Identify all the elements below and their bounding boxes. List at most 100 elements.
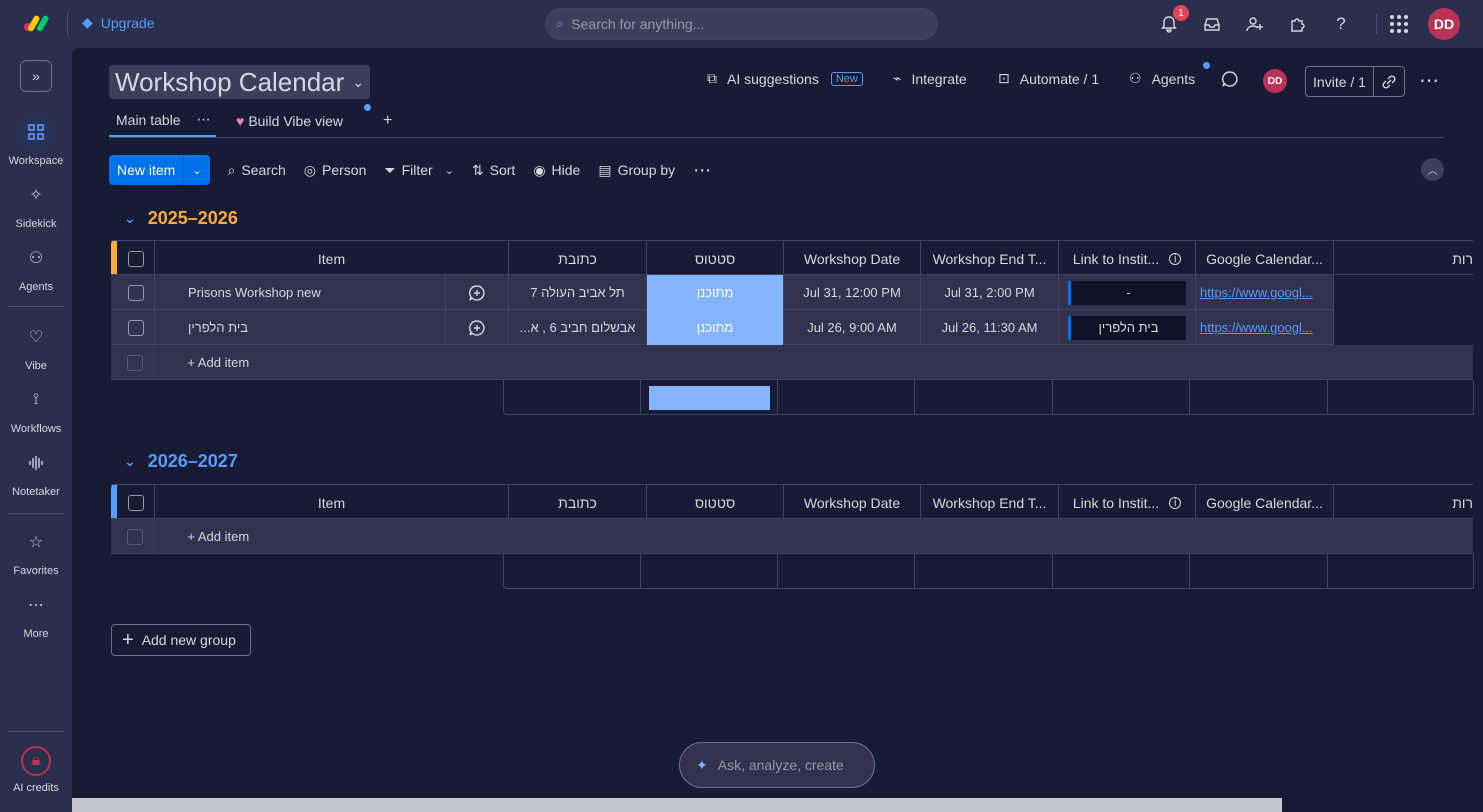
board-menu-icon[interactable]: ⋯ — [1419, 68, 1439, 93]
workshop-end-cell[interactable]: Jul 26, 11:30 AM — [921, 310, 1059, 345]
sidebar-item-favorites[interactable]: ☆ Favorites — [0, 527, 72, 577]
sidebar-item-notetaker[interactable]: Notetaker — [0, 448, 72, 498]
add-update-icon[interactable] — [446, 310, 509, 345]
toolbar-more-icon[interactable]: ⋯ — [693, 160, 711, 181]
status-summary-cell[interactable] — [641, 380, 778, 415]
sidebar-item-more[interactable]: ⋯ More — [0, 590, 72, 640]
row-checkbox[interactable] — [117, 275, 155, 310]
add-item-row[interactable]: + Add item — [111, 345, 503, 380]
column-header-link[interactable]: Link to Instit... i — [1059, 241, 1196, 276]
extra-cell[interactable] — [1334, 275, 1473, 310]
status-cell[interactable]: מתוכנן — [647, 310, 784, 345]
column-header-item[interactable]: Item — [155, 485, 509, 520]
horizontal-scrollbar[interactable] — [72, 798, 1282, 812]
column-header-address[interactable]: כתובת — [509, 485, 647, 520]
invite-members-icon[interactable] — [1241, 10, 1269, 38]
notifications-bell-icon[interactable]: 1 — [1155, 5, 1189, 38]
google-calendar-link[interactable]: https://www.googl... — [1196, 275, 1334, 310]
workshop-date-cell[interactable]: Jul 31, 12:00 PM — [784, 275, 921, 310]
expand-sidebar-button[interactable]: » — [20, 60, 52, 92]
column-header-workshop-end[interactable]: Workshop End T... — [921, 241, 1059, 276]
tab-build-vibe-view[interactable]: ♥ Build Vibe view — [236, 104, 343, 137]
updates-chat-icon[interactable] — [1221, 70, 1239, 88]
copy-link-icon[interactable] — [1374, 67, 1404, 96]
monday-logo-icon[interactable] — [22, 12, 54, 34]
select-all-checkbox[interactable] — [117, 485, 155, 520]
sidebar-item-ai-credits[interactable]: 🔒︎ AI credits — [0, 746, 72, 794]
address-cell[interactable]: אבשלום חביב 6 , א... — [509, 310, 647, 345]
ai-suggestions-button[interactable]: ⧉ AI suggestions New — [707, 70, 863, 87]
link-cell[interactable]: בית הלפרין — [1059, 310, 1196, 345]
item-name[interactable]: Prisons Workshop new — [155, 275, 446, 310]
sidebar-item-workflows[interactable]: ⟟ Workflows — [0, 385, 72, 435]
inbox-icon[interactable] — [1198, 10, 1226, 38]
column-header-status[interactable]: סטטוס — [647, 241, 784, 276]
sidebar-item-agents[interactable]: ⚇ Agents — [0, 243, 72, 293]
column-header-workshop-date[interactable]: Workshop Date — [784, 241, 921, 276]
column-header-item[interactable]: Item — [155, 241, 509, 276]
row-checkbox[interactable] — [117, 310, 155, 345]
filter-button[interactable]: ⏷ Filter ⌄ — [384, 162, 454, 179]
sidebar-item-vibe[interactable]: ♡ Vibe — [0, 322, 72, 372]
board-owner-avatar[interactable]: DD — [1263, 69, 1287, 93]
column-header-workshop-date[interactable]: Workshop Date — [784, 485, 921, 520]
new-item-dropdown-icon[interactable]: ⌄ — [183, 155, 209, 185]
apps-marketplace-icon[interactable] — [1284, 10, 1312, 38]
info-icon[interactable]: i — [1169, 252, 1182, 265]
upgrade-button[interactable]: ◆ Upgrade — [82, 14, 154, 31]
person-filter-button[interactable]: ◎ Person — [304, 162, 367, 179]
chevron-down-icon[interactable]: ⌄ — [124, 210, 136, 227]
invite-button[interactable]: Invite / 1 — [1306, 67, 1374, 96]
link-cell[interactable]: - — [1059, 275, 1196, 310]
extra-cell[interactable] — [1334, 310, 1473, 345]
app-switcher-grid-icon[interactable] — [1385, 10, 1413, 38]
group-header-2025-2026[interactable]: ⌄ 2025–2026 — [124, 208, 238, 229]
column-header-address[interactable]: כתובת — [509, 241, 647, 276]
column-header-google-calendar[interactable]: Google Calendar... — [1196, 485, 1334, 520]
sidebar-item-workspace[interactable]: Workspace — [0, 117, 72, 167]
column-header-status[interactable]: סטטוס — [647, 485, 784, 520]
column-header-google-calendar[interactable]: Google Calendar... — [1196, 241, 1334, 276]
tab-options-icon[interactable]: ⋯ — [197, 111, 211, 128]
automate-button[interactable]: ⊡ Automate / 1 — [998, 70, 1099, 87]
new-item-button[interactable]: New item — [109, 155, 183, 185]
status-cell[interactable]: מתוכנן — [647, 275, 784, 310]
select-all-checkbox[interactable] — [117, 241, 155, 276]
tab-main-table[interactable]: Main table ⋯ — [109, 104, 216, 137]
board-title[interactable]: Workshop Calendar ⌄ — [109, 65, 371, 99]
user-avatar[interactable]: DD — [1428, 8, 1460, 40]
add-item-input[interactable]: + Add item — [154, 519, 503, 554]
search-button[interactable]: ⌕ Search — [228, 162, 286, 179]
add-item-input[interactable]: + Add item — [154, 345, 503, 380]
column-header-extra[interactable]: רות — [1334, 485, 1473, 520]
add-item-row[interactable]: + Add item — [111, 519, 503, 554]
add-new-group-button[interactable]: + Add new group — [111, 624, 251, 656]
table-row[interactable]: בית הלפרין אבשלום חביב 6 , א... מתוכנן J… — [111, 310, 1473, 345]
sort-button[interactable]: ⇅ Sort — [472, 162, 515, 179]
google-calendar-link[interactable]: https://www.googl... — [1196, 310, 1334, 345]
column-header-workshop-end[interactable]: Workshop End T... — [921, 485, 1059, 520]
hide-button[interactable]: ◉ Hide — [533, 162, 580, 179]
add-update-icon[interactable] — [446, 275, 509, 310]
group-by-button[interactable]: ▤ Group by — [598, 162, 675, 179]
table-row[interactable]: Prisons Workshop new תל אביב העולה 7 מתו… — [111, 275, 1473, 310]
column-header-link[interactable]: Link to Instit... i — [1059, 485, 1196, 520]
integrate-button[interactable]: ⌁ Integrate — [893, 70, 967, 87]
chevron-down-icon[interactable]: ⌄ — [445, 164, 454, 177]
global-search-input[interactable]: ⌕ Search for anything... — [545, 8, 938, 40]
workshop-date-cell[interactable]: Jul 26, 9:00 AM — [784, 310, 921, 345]
collapse-header-icon[interactable]: ︿ — [1421, 158, 1444, 181]
workshop-end-cell[interactable]: Jul 31, 2:00 PM — [921, 275, 1059, 310]
address-cell[interactable]: תל אביב העולה 7 — [509, 275, 647, 310]
info-icon[interactable]: i — [1169, 496, 1182, 509]
help-icon[interactable]: ? — [1327, 10, 1355, 38]
item-name[interactable]: בית הלפרין — [155, 310, 446, 345]
ai-prompt-input[interactable]: ✦ Ask, analyze, create — [679, 742, 875, 788]
link-chip[interactable]: - — [1068, 280, 1186, 305]
link-chip[interactable]: בית הלפרין — [1068, 315, 1186, 340]
sidebar-item-sidekick[interactable]: ✧ Sidekick — [0, 180, 72, 230]
agents-button[interactable]: ⚇ Agents — [1129, 70, 1195, 87]
add-view-button[interactable]: + — [383, 104, 392, 137]
chevron-down-icon[interactable]: ⌄ — [124, 453, 136, 470]
group-header-2026-2027[interactable]: ⌄ 2026–2027 — [124, 451, 238, 472]
